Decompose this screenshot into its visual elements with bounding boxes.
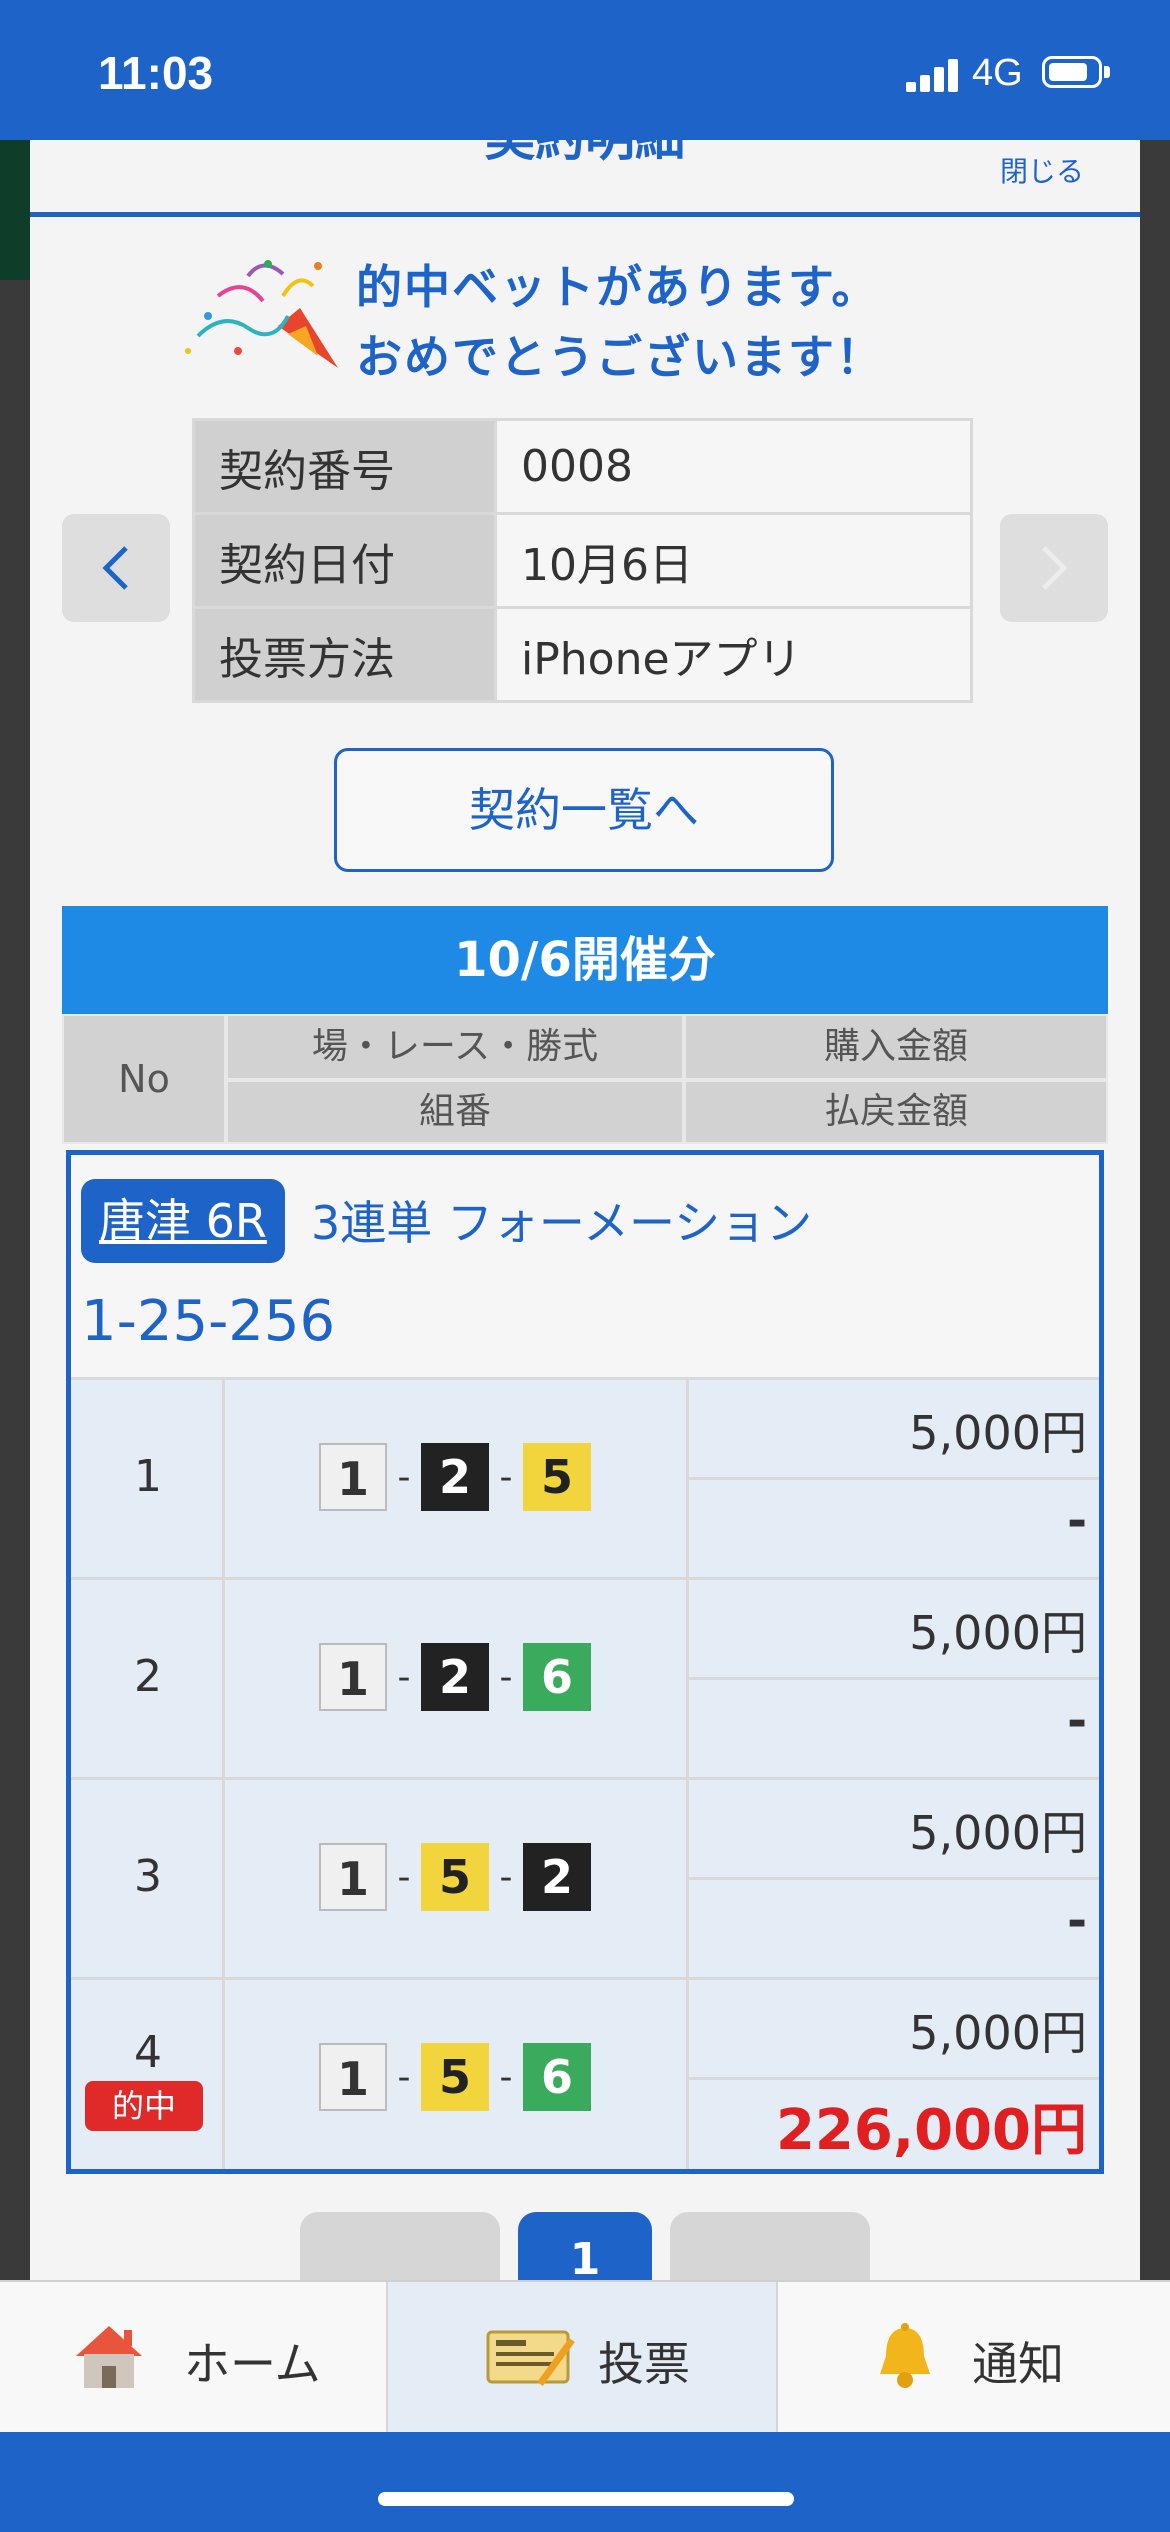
header-combination: 組番 — [226, 1080, 684, 1144]
bet-type: 3連単 フォーメーション — [311, 1196, 813, 1250]
tab-notice[interactable]: 通知 — [778, 2282, 1170, 2432]
tab-label: 通知 — [972, 2337, 1064, 2391]
tab-vote[interactable]: 投票 — [388, 2282, 778, 2432]
hit-badge: 的中 — [85, 2081, 203, 2131]
date-header: 10/6開催分 — [62, 906, 1108, 1014]
home-indicator[interactable] — [378, 2492, 794, 2506]
tab-bar: ホーム 投票 通知 — [0, 2280, 1170, 2432]
pager-current-page[interactable]: 1 — [518, 2212, 652, 2280]
chevron-left-icon — [102, 546, 128, 590]
party-popper-icon — [185, 260, 338, 368]
pager-next-button[interactable] — [670, 2212, 870, 2280]
row-number: 4 — [134, 2027, 162, 2078]
contract-info-table: 契約番号 0008 契約日付 10月6日 投票方法 iPhoneアプリ — [192, 418, 973, 703]
boat-number: 6 — [523, 1643, 591, 1711]
purchase-amount: 5,000円 — [909, 1406, 1087, 1460]
combination-boxes: 1-5-6 — [319, 2043, 591, 2111]
network-label: 4G — [972, 52, 1023, 94]
tab-label: 投票 — [598, 2337, 690, 2391]
boat-number: 1 — [319, 1443, 387, 1511]
combination-boxes: 1-2-5 — [319, 1443, 591, 1511]
race-link[interactable]: 唐津 6R — [81, 1179, 285, 1263]
tab-home[interactable]: ホーム — [0, 2282, 388, 2432]
boat-number: 5 — [421, 2043, 489, 2111]
payout-amount: 226,000円 — [775, 2098, 1087, 2163]
purchase-amount: 5,000円 — [909, 2006, 1087, 2060]
row-number: 2 — [134, 1651, 162, 1702]
pager-previous-button[interactable] — [300, 2212, 500, 2280]
house-icon — [76, 2326, 142, 2388]
header-no: No — [62, 1014, 226, 1144]
bet-row: 4 的中 1-5-6 5,000円 226,000円 — [71, 1977, 1099, 2169]
boat-number: 2 — [421, 1643, 489, 1711]
payout-amount: - — [1067, 1893, 1087, 1949]
previous-contract-button[interactable] — [62, 514, 170, 622]
tab-label: ホーム — [184, 2337, 321, 2391]
boat-number: 2 — [523, 1843, 591, 1911]
bell-icon — [880, 2323, 930, 2388]
modal-title: 契約明細 — [30, 140, 1140, 170]
boat-number: 1 — [319, 1843, 387, 1911]
background-page-left — [0, 140, 30, 2280]
boat-number: 2 — [421, 1443, 489, 1511]
row-number: 1 — [134, 1451, 162, 1502]
row-number: 3 — [134, 1851, 162, 1902]
ticket-icon — [486, 2330, 575, 2387]
header-payout: 払戻金額 — [684, 1080, 1108, 1144]
close-button[interactable]: 閉じる — [1000, 150, 1084, 190]
chevron-right-icon — [1042, 546, 1068, 590]
modal-header: 契約明細 閉じる — [30, 140, 1140, 217]
bet-row: 2 1-2-6 5,000円 - — [71, 1577, 1099, 1777]
bet-row: 1 1-2-5 5,000円 - — [71, 1377, 1099, 1577]
header-purchase: 購入金額 — [684, 1014, 1108, 1080]
info-row: 契約番号 0008 — [192, 418, 973, 515]
status-bar: 11:03 4G — [0, 0, 1170, 140]
background-page-right — [1140, 140, 1170, 2280]
combination-boxes: 1-2-6 — [319, 1643, 591, 1711]
next-contract-button[interactable] — [1000, 514, 1108, 622]
signal-icon — [906, 58, 962, 92]
bet-card: 唐津 6R 3連単 フォーメーション 1-25-256 1 1-2-5 5,00… — [66, 1150, 1104, 2174]
purchase-amount: 5,000円 — [909, 1806, 1087, 1860]
payout-amount: - — [1067, 1493, 1087, 1549]
header-race: 場・レース・勝式 — [226, 1014, 684, 1080]
contract-list-button[interactable]: 契約一覧へ — [334, 748, 834, 872]
payout-amount: - — [1067, 1693, 1087, 1749]
contract-detail-modal: 契約明細 閉じる 的中ベットがあります。 おめでとうございます！ 契約番号 00… — [30, 140, 1140, 2280]
boat-number: 1 — [319, 2043, 387, 2111]
bet-row: 3 1-5-2 5,000円 - — [71, 1777, 1099, 1977]
combination-text: 1-25-256 — [81, 1289, 336, 1354]
boat-number: 6 — [523, 2043, 591, 2111]
combination-boxes: 1-5-2 — [319, 1843, 591, 1911]
info-row: 契約日付 10月6日 — [192, 512, 973, 609]
boat-number: 1 — [319, 1643, 387, 1711]
congrats-message: 的中ベットがあります。 おめでとうございます！ — [356, 260, 884, 384]
clock: 11:03 — [98, 47, 214, 99]
purchase-amount: 5,000円 — [909, 1606, 1087, 1660]
boat-number: 5 — [523, 1443, 591, 1511]
battery-icon — [1042, 56, 1102, 88]
boat-number: 5 — [421, 1843, 489, 1911]
info-row: 投票方法 iPhoneアプリ — [192, 606, 973, 703]
